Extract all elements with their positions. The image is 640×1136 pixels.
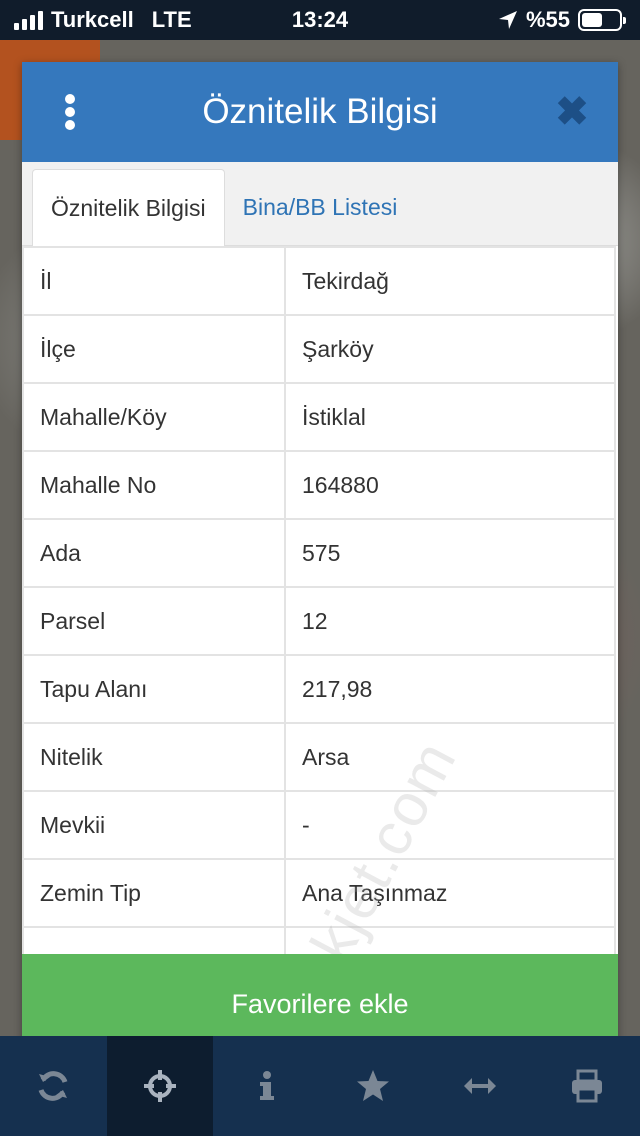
row-key: İl — [22, 246, 286, 316]
row-value: 12 — [284, 586, 616, 656]
row-key: Mahalle/Köy — [22, 382, 286, 452]
attribute-info-modal: Öznitelik Bilgisi ✖ Öznitelik Bilgisi Bi… — [22, 62, 618, 1054]
print-button[interactable] — [533, 1036, 640, 1136]
network-type: LTE — [151, 7, 192, 32]
row-value: Tekirdağ — [284, 246, 616, 316]
favorites-button[interactable] — [320, 1036, 427, 1136]
table-row: Parsel 12 — [22, 586, 616, 656]
modal-title: Öznitelik Bilgisi — [202, 92, 438, 131]
tab-building-list[interactable]: Bina/BB Listesi — [225, 169, 416, 245]
attribute-table: İl Tekirdağ İlçe Şarköy Mahalle/Köy İstikla… — [22, 246, 616, 954]
locate-button[interactable] — [106, 1036, 214, 1136]
table-row: Mevkii - — [22, 790, 616, 860]
crosshair-icon — [144, 1070, 176, 1102]
row-value: 164880 — [284, 450, 616, 520]
close-icon[interactable]: ✖ — [552, 92, 592, 132]
battery-icon — [578, 9, 626, 31]
row-value: - — [284, 790, 616, 860]
more-options-icon[interactable] — [60, 94, 80, 130]
measure-icon — [464, 1078, 497, 1094]
status-bar: Turkcell LTE 13:24 %55 — [0, 0, 640, 40]
row-key: Tapu Alanı — [22, 654, 286, 724]
carrier-name: Turkcell — [51, 7, 134, 32]
row-value: 217,98 — [284, 654, 616, 724]
measure-button[interactable] — [427, 1036, 534, 1136]
refresh-button[interactable] — [0, 1036, 107, 1136]
modal-header: Öznitelik Bilgisi ✖ — [22, 62, 618, 162]
battery-percent: %55 — [525, 7, 570, 32]
row-value: İstiklal — [284, 382, 616, 452]
signal-icon — [14, 10, 43, 30]
location-arrow-icon — [498, 11, 517, 29]
table-row — [22, 926, 616, 954]
row-key: Parsel — [22, 586, 286, 656]
row-key: Mahalle No — [22, 450, 286, 520]
row-value: 575 — [284, 518, 616, 588]
print-icon — [571, 1069, 602, 1103]
attribute-table-container[interactable]: İl Tekirdağ İlçe Şarköy Mahalle/Köy İstikla… — [22, 246, 618, 954]
info-icon — [259, 1071, 274, 1100]
row-key: Mevkii — [22, 790, 286, 860]
row-value: Ana Taşınmaz — [284, 858, 616, 928]
refresh-icon — [38, 1071, 68, 1101]
table-row: İl Tekirdağ — [22, 246, 616, 316]
row-key: Zemin Tip — [22, 858, 286, 928]
battery-fill — [582, 13, 602, 27]
row-key: İlçe — [22, 314, 286, 384]
tab-attribute-info[interactable]: Öznitelik Bilgisi — [32, 169, 225, 246]
row-key: Ada — [22, 518, 286, 588]
table-row: İlçe Şarköy — [22, 314, 616, 384]
table-row: Mahalle No 164880 — [22, 450, 616, 520]
tab-bar: Öznitelik Bilgisi Bina/BB Listesi — [22, 162, 618, 246]
table-row: Ada 575 — [22, 518, 616, 588]
row-value — [284, 926, 616, 954]
table-row: Tapu Alanı 217,98 — [22, 654, 616, 724]
table-row: Zemin Tip Ana Taşınmaz — [22, 858, 616, 928]
info-button[interactable] — [213, 1036, 320, 1136]
row-value: Şarköy — [284, 314, 616, 384]
star-icon — [357, 1070, 390, 1101]
row-key: Nitelik — [22, 722, 286, 792]
table-row: Nitelik Arsa — [22, 722, 616, 792]
table-row: Mahalle/Köy İstiklal — [22, 382, 616, 452]
row-key — [22, 926, 286, 954]
bottom-toolbar — [0, 1036, 640, 1136]
row-value: Arsa — [284, 722, 616, 792]
